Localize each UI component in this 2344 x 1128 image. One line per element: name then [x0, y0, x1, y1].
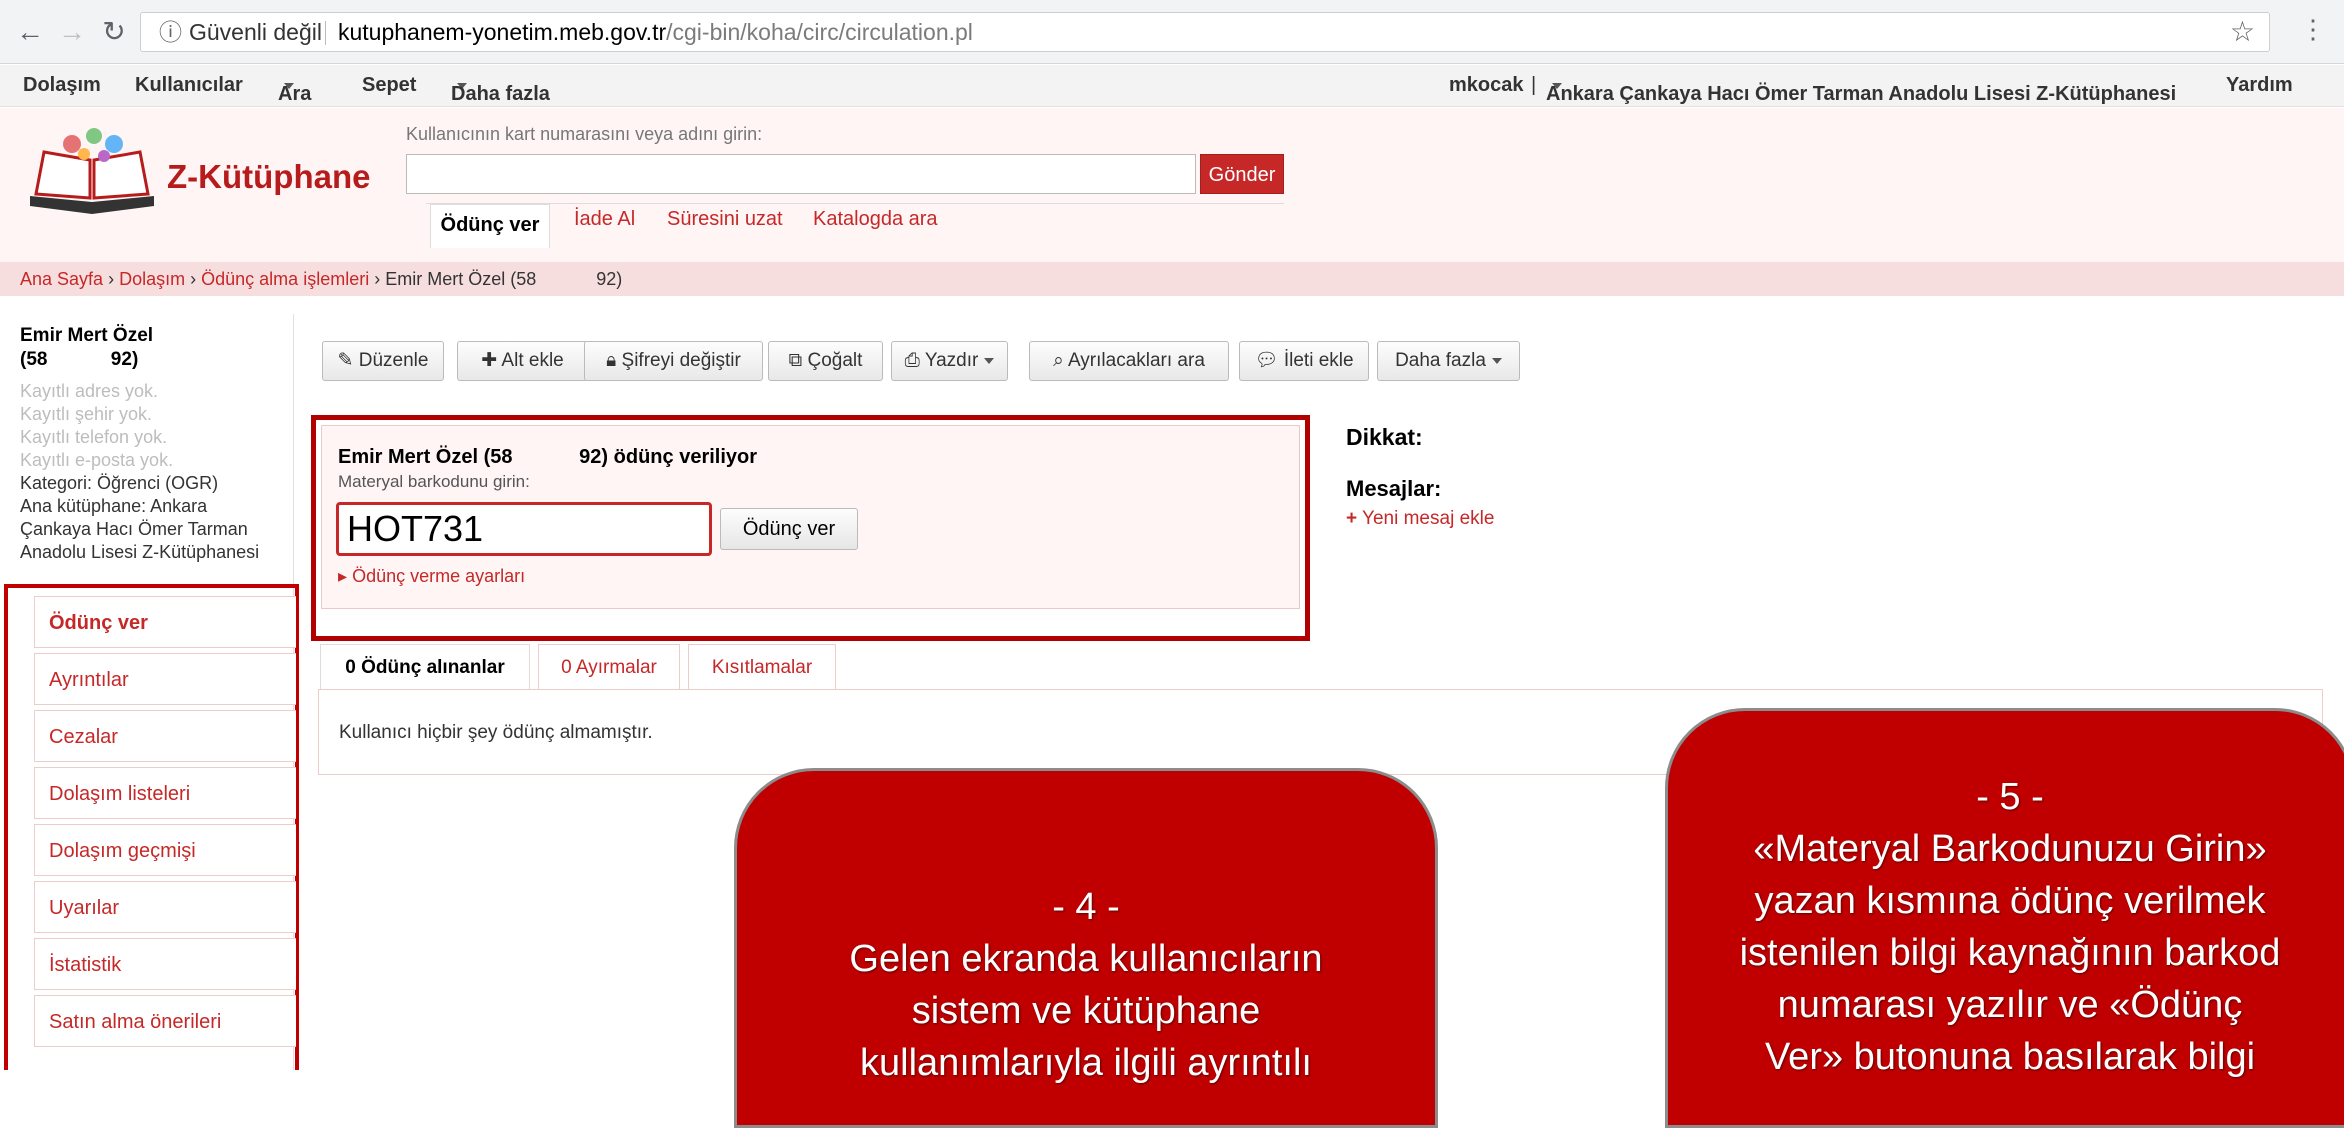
more-button[interactable]: Daha fazla [1377, 341, 1520, 381]
no-checkouts-message: Kullanıcı hiçbir şey ödünç almamıştır. [339, 722, 653, 743]
checkout-title: Emir Mert Özel (58 92) ödünç veriliyor [338, 446, 758, 468]
breadcrumb-checkouts[interactable]: Ödünç alma işlemleri [201, 269, 369, 289]
printer-icon: ⎙ [904, 350, 920, 371]
barcode-label: Materyal barkodunu girin: [338, 472, 530, 491]
sidebar-item-routing-lists[interactable]: Dolaşım listeleri [34, 767, 296, 819]
tab-holds[interactable]: 0 Ayırmalar [538, 644, 680, 690]
patron-phone: Kayıtlı telefon yok. [20, 427, 168, 447]
messages-heading: Mesajlar: [1346, 476, 1442, 501]
tab-restrictions[interactable]: Kısıtlamalar [688, 644, 836, 690]
breadcrumb-circulation[interactable]: Dolaşım [119, 269, 185, 289]
duplicate-button[interactable]: ⧉ Çoğalt [768, 341, 883, 381]
add-child-button[interactable]: ✚ Alt ekle [457, 341, 588, 381]
patron-card-number: (58 92) [20, 349, 139, 370]
edit-button[interactable]: ✎ Düzenle [322, 341, 444, 381]
sidebar-item-notices[interactable]: Uyarılar [34, 881, 296, 933]
caret-right-icon: ▸ [338, 566, 348, 586]
tab-catalog-search[interactable]: Katalogda ara [813, 208, 938, 231]
nav-item-more[interactable]: Daha fazla [451, 74, 550, 105]
checkout-button[interactable]: Ödünç ver [720, 508, 858, 550]
reload-icon[interactable]: ↻ [96, 14, 132, 50]
attention-heading: Dikkat: [1346, 424, 1423, 450]
browser-menu-icon[interactable]: ⋮ [2300, 14, 2326, 45]
library-selector[interactable]: Ankara Çankaya Hacı Ömer Tarman Anadolu … [1546, 74, 2176, 105]
patron-name: Emir Mert Özel (58 92) [20, 325, 154, 370]
tab-checkin[interactable]: İade Al [574, 208, 635, 231]
copy-icon: ⧉ [788, 350, 803, 371]
back-icon[interactable]: ← [12, 14, 48, 50]
sidebar-item-statistics[interactable]: İstatistik [34, 938, 296, 990]
sidebar-item-checkout[interactable]: Ödünç ver [34, 596, 296, 648]
patron-email: Kayıtlı e-posta yok. [20, 450, 174, 470]
lock-icon: 🔒︎ [606, 350, 617, 371]
nav-item-patrons[interactable]: Kullanıcılar [135, 74, 243, 97]
checkout-settings-toggle[interactable]: ▸ Ödünç verme ayarları [338, 566, 525, 587]
library-logo-icon[interactable] [22, 124, 162, 224]
address-bar[interactable]: ⓘ Güvenli değil kutuphanem-yonetim.meb.g… [140, 12, 2270, 52]
search-icon: ⌕ [1053, 350, 1064, 371]
sidebar-item-purchase-suggestions[interactable]: Satın alma önerileri [34, 995, 296, 1047]
breadcrumb-home[interactable]: Ana Sayfa [20, 269, 103, 289]
pencil-icon: ✎ [337, 350, 354, 371]
patron-address: Kayıtlı adres yok. [20, 381, 159, 401]
change-password-button[interactable]: 🔒︎ Şifreyi değiştir [584, 341, 763, 381]
tab-checkouts[interactable]: 0 Ödünç alınanlar [320, 644, 530, 690]
barcode-input[interactable]: HOT731 [336, 502, 712, 556]
logo-text[interactable]: Z-Kütüphane [167, 158, 370, 196]
plus-icon: ✚ [481, 350, 498, 371]
nav-separator: | [1531, 74, 1537, 96]
chevron-down-icon [984, 357, 995, 364]
patron-search-input[interactable] [406, 154, 1196, 194]
submit-button[interactable]: Gönder [1200, 154, 1284, 194]
patron-menu: Ödünç ver Ayrıntılar Cezalar Dolaşım lis… [34, 596, 296, 1052]
bookmark-star-icon[interactable]: ☆ [2230, 13, 2255, 51]
browser-toolbar: ← → ↻ ⓘ Güvenli değil kutuphanem-yonetim… [0, 0, 2344, 64]
patron-tabs: 0 Ödünç alınanlar 0 Ayırmalar Kısıtlamal… [320, 644, 2320, 690]
help-link[interactable]: Yardım [2226, 74, 2293, 97]
callout-step-5: - 5 - «Materyal Barkodunuzu Girin» yazan… [1665, 708, 2344, 1128]
breadcrumb: Ana Sayfa › Dolaşım › Ödünç alma işlemle… [0, 262, 2344, 296]
header: Z-Kütüphane Kullanıcının kart numarasını… [0, 108, 2344, 262]
nav-item-cart[interactable]: Sepet [362, 74, 416, 97]
plus-icon: + [1346, 508, 1358, 529]
patron-city: Kayıtlı şehir yok. [20, 404, 153, 424]
chevron-down-icon [1491, 357, 1502, 364]
url-text[interactable]: kutuphanem-yonetim.meb.gov.tr/cgi-bin/ko… [338, 13, 973, 51]
print-button[interactable]: ⎙ Yazdır [891, 341, 1008, 381]
top-navigation: Dolaşım Kullanıcılar Ara Sepet Daha fazl… [0, 65, 2344, 107]
nav-item-circulation[interactable]: Dolaşım [23, 74, 101, 97]
nav-item-search[interactable]: Ara [278, 74, 311, 105]
patron-category: Kategori: Öğrenci (OGR) [20, 473, 219, 493]
new-message-link[interactable]: + Yeni mesaj ekle [1346, 508, 1494, 530]
search-label: Kullanıcının kart numarasını veya adını … [406, 124, 763, 144]
address-divider [325, 21, 326, 45]
header-tabs-line [426, 203, 1284, 204]
info-icon[interactable]: ⓘ [159, 13, 182, 51]
sidebar-item-fines[interactable]: Cezalar [34, 710, 296, 762]
tab-checkout[interactable]: Ödünç ver [430, 204, 550, 248]
comment-icon: 💬︎ [1254, 350, 1279, 371]
tab-renew[interactable]: Süresini uzat [667, 208, 783, 231]
patron-home-library: Ana kütüphane: Ankara [20, 496, 208, 516]
breadcrumb-current: Emir Mert Özel (58 92) [385, 269, 623, 289]
add-message-button[interactable]: 💬︎ İleti ekle [1239, 341, 1369, 381]
checkout-panel: Emir Mert Özel (58 92) ödünç veriliyor M… [321, 425, 1300, 609]
search-to-hold-button[interactable]: ⌕ Ayrılacakları ara [1029, 341, 1229, 381]
sidebar-item-circulation-history[interactable]: Dolaşım geçmişi [34, 824, 296, 876]
callout-step-4: - 4 - Gelen ekranda kullanıcıların siste… [734, 768, 1438, 1128]
forward-icon[interactable]: → [54, 14, 90, 50]
security-label[interactable]: Güvenli değil [189, 13, 322, 51]
sidebar-item-details[interactable]: Ayrıntılar [34, 653, 296, 705]
patron-details: Kayıtlı adres yok. Kayıtlı şehir yok. Ka… [20, 381, 260, 562]
logged-in-user[interactable]: mkocak [1449, 74, 1524, 97]
